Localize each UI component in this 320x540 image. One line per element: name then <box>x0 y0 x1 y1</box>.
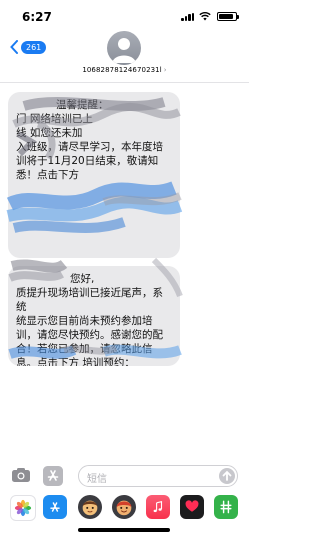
memoji-stickers-app-icon[interactable] <box>112 495 136 519</box>
message-line: 统显示您目前尚未预约参加培 <box>16 315 153 327</box>
back-button[interactable]: 261 <box>10 40 47 54</box>
message-line: 悉！点击下方 <box>16 169 79 181</box>
message-line: 线 如您还未加 <box>16 127 83 139</box>
contact-avatar[interactable] <box>107 31 141 65</box>
app-store-app-icon[interactable] <box>43 495 67 519</box>
message-line: 门 网络培训已上 <box>16 113 93 125</box>
contact-name[interactable]: 10682878124670231l › <box>0 66 249 74</box>
message-line: 质提升现场培训已接近尾声，系统 <box>16 287 163 313</box>
arrow-up-icon <box>222 470 232 481</box>
message-input[interactable]: 短信 <box>78 465 238 487</box>
contact-number: 10682878124670231l <box>82 66 162 74</box>
green-app-icon <box>220 500 232 514</box>
camera-icon[interactable] <box>11 467 31 483</box>
person-icon <box>112 38 136 63</box>
imessage-app-strip <box>0 492 249 526</box>
message-line: 您好, <box>70 273 95 285</box>
message-line: 息。点击下方 培训预约： <box>16 357 135 366</box>
message-line: 入班级，请尽早学习，本年度培 <box>16 141 163 153</box>
battery-icon <box>217 12 239 21</box>
photos-icon <box>14 499 32 517</box>
message-bubble[interactable]: 温馨提醒： 门 网络培训已上 线 如您还未加 入班级，请尽早学习，本年度培 训将… <box>8 92 180 258</box>
header-divider <box>0 82 249 83</box>
compose-bar: 短信 <box>0 464 249 490</box>
wifi-icon <box>199 12 211 21</box>
photos-app-icon[interactable] <box>10 495 36 521</box>
memoji-icon <box>82 500 98 516</box>
message-bubble[interactable]: 您好, 质提升现场培训已接近尾声，系统 统显示您目前尚未预约参加培 训，请您尽快… <box>8 266 180 366</box>
memoji-icon-2 <box>116 500 132 516</box>
send-button[interactable] <box>219 468 235 484</box>
message-line: 训将于11月20日结束，敬请知 <box>16 155 159 167</box>
chevron-right-icon: › <box>163 66 167 74</box>
music-icon <box>153 501 163 513</box>
message-input-placeholder: 短信 <box>87 474 107 485</box>
green-app-icon-button[interactable] <box>214 495 238 519</box>
app-store-button-icon[interactable] <box>43 466 63 486</box>
message-line: 训，请您尽快预约。感谢您的配 <box>16 329 163 341</box>
app-store-icon <box>50 502 60 512</box>
message-line: 温馨提醒： <box>56 99 109 111</box>
digital-touch-app-icon[interactable] <box>180 495 204 519</box>
memoji-app-icon[interactable] <box>78 495 102 519</box>
status-bar: 6:27 <box>0 0 249 30</box>
heart-app-icon <box>185 500 199 512</box>
status-time: 6:27 <box>22 10 52 24</box>
music-app-icon[interactable] <box>146 495 170 519</box>
unread-count-badge: 261 <box>21 40 47 54</box>
message-line: 合！若您已参加，请忽略此信 <box>16 343 153 355</box>
chevron-left-icon <box>10 40 18 54</box>
cellular-signal-icon <box>181 13 195 21</box>
home-indicator[interactable] <box>78 528 170 532</box>
